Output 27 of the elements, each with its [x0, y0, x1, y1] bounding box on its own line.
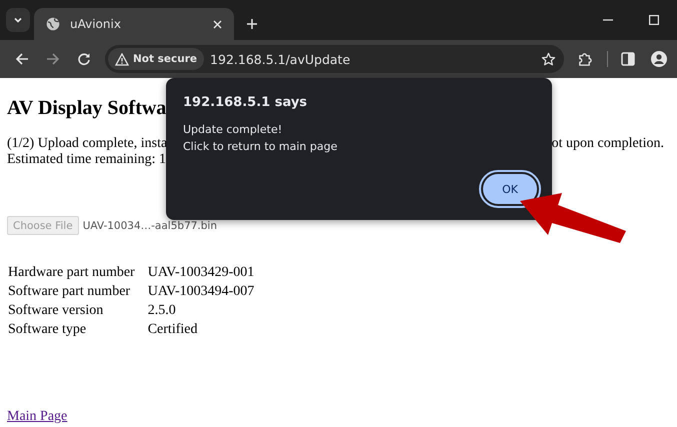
main-page-link[interactable]: Main Page	[7, 409, 68, 425]
info-value: UAV-1003494-007	[146, 283, 256, 301]
address-field[interactable]: 192.168.5.1/avUpdate	[210, 52, 350, 66]
dialog-title: 192.168.5.1 says	[183, 94, 308, 112]
security-chip[interactable]: Not secure	[108, 48, 204, 70]
page-heading: AV Display Softwa	[7, 96, 166, 120]
info-label: Software type	[7, 321, 88, 339]
status-text: (1/2) Upload complete, insta	[7, 136, 168, 152]
globe-icon	[46, 17, 60, 31]
info-label: Software version	[7, 302, 104, 320]
ok-button[interactable]: OK	[483, 174, 537, 204]
status-text: ot upon completion.	[552, 136, 664, 152]
browser-tab[interactable]: uAvionix	[34, 8, 234, 40]
info-value: Certified	[146, 321, 198, 339]
close-icon[interactable]	[213, 20, 222, 28]
chevron-down-icon	[13, 15, 23, 25]
info-value: UAV-1003429-001	[146, 264, 256, 282]
dialog-message: Update complete!	[183, 122, 284, 138]
dialog-message: Click to return to main page	[183, 139, 338, 155]
info-label: Software part number	[7, 283, 132, 301]
tab-search-button[interactable]	[6, 8, 30, 32]
warning-icon	[115, 52, 129, 66]
file-name: UAV-10034…-aal5b77.bin	[82, 220, 217, 232]
time-remaining-text: Estimated time remaining: 1	[7, 152, 168, 168]
info-value: 2.5.0	[146, 302, 177, 320]
star-icon[interactable]	[541, 52, 556, 66]
info-label: Hardware part number	[7, 264, 136, 282]
